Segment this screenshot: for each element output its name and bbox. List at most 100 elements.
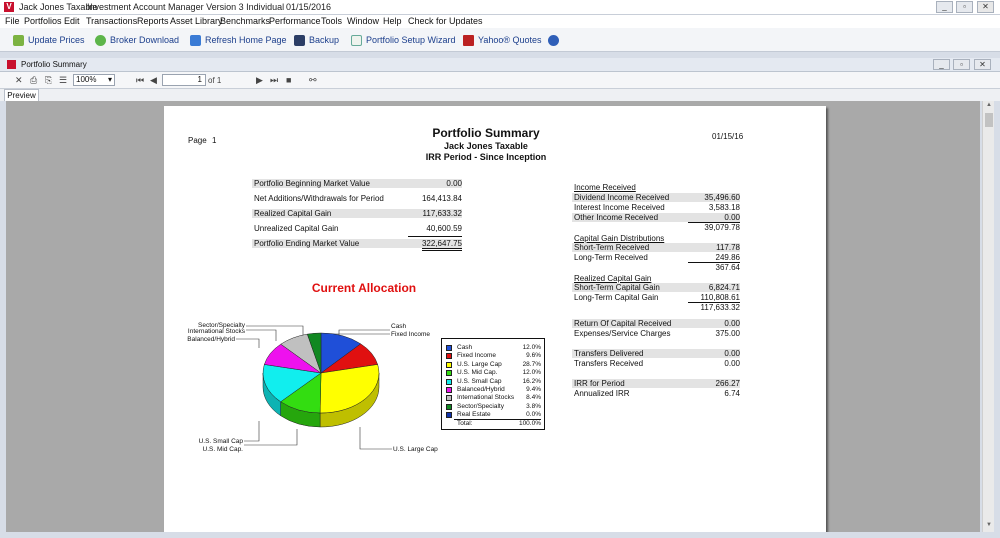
legend-label: U.S. Large Cap (457, 360, 502, 368)
window-title-product: Investment Account Manager Version 3 Ind… (87, 2, 285, 12)
report-window-title: Portfolio Summary (21, 60, 87, 69)
update-prices-button[interactable]: Update Prices (13, 33, 85, 47)
main-toolbar: Update Prices Broker Download Refresh Ho… (0, 28, 1000, 52)
tab-bar (0, 89, 1000, 101)
legend-swatch (446, 345, 452, 351)
backup-icon (294, 34, 305, 46)
callout-small: U.S. Small Cap (199, 438, 244, 445)
pie-slices (262, 332, 380, 428)
detail-row: Long-Term Received 249.86 (574, 253, 740, 263)
quotes-icon (463, 34, 474, 46)
yahoo-quotes-button[interactable]: Yahoo® Quotes (463, 33, 542, 47)
legend-label: Fixed Income (457, 352, 497, 360)
legend-percent: 0.0% (526, 411, 541, 419)
plus-icon (95, 34, 106, 46)
print-icon[interactable]: ⎙ (30, 75, 37, 86)
vertical-scrollbar[interactable]: ▲ ▼ (982, 101, 994, 532)
legend-swatch (446, 353, 452, 360)
legend-percent: 9.6% (526, 352, 541, 360)
detail-row: Other Income Received 0.00 (572, 213, 740, 223)
zoom-select[interactable]: 100% ▾ (73, 74, 115, 86)
allocation-pie-chart: Cash Fixed Income Sector/Specialty Inter… (187, 322, 438, 453)
legend-label: Real Estate (457, 411, 491, 419)
window-title-app: Jack Jones Taxable (19, 2, 98, 12)
page-number-input[interactable]: 1 (162, 74, 206, 86)
scroll-up-icon[interactable]: ▲ (984, 102, 994, 111)
detail-row: Transfers Delivered 0.00 (572, 349, 740, 358)
report-toolbar: ✕ ⎙ ⎘ ☰ 100% ▾ ⏮ ◀ 1 of 1 ▶ ⏭ ■ ⚯ (0, 72, 1000, 89)
menu-tools[interactable]: Tools (321, 16, 342, 26)
menu-asset-library[interactable]: Asset Library (170, 16, 223, 26)
close-button[interactable]: ✕ (977, 1, 994, 13)
maximize-button[interactable]: ▫ (956, 1, 973, 13)
report-page: Page 1 01/15/16 Portfolio Summary Jack J… (164, 106, 826, 532)
summary-row: Unrealized Capital Gain 40,600.59 (254, 224, 462, 233)
window-title-bar: V Jack Jones Taxable Investment Account … (0, 0, 1000, 15)
callout-intl: International Stocks (188, 328, 246, 335)
legend-percent: 12.0% (522, 344, 541, 351)
setup-wizard-button[interactable]: Portfolio Setup Wizard (351, 33, 456, 47)
status-strip (0, 532, 1000, 538)
prev-page-icon[interactable]: ◀ (150, 75, 157, 86)
backup-button[interactable]: Backup (294, 33, 339, 47)
broker-download-button[interactable]: Broker Download (95, 33, 179, 47)
summary-row: Portfolio Beginning Market Value 0.00 (252, 179, 462, 188)
legend-total: Total: 100.0% (457, 420, 541, 427)
minimize-button[interactable]: _ (936, 1, 953, 13)
page-of-label: of 1 (208, 76, 222, 85)
callout-fixed: Fixed Income (391, 331, 430, 338)
menu-file[interactable]: File (5, 16, 20, 26)
realized-header: Realized Capital Gain (574, 274, 652, 283)
stop-icon[interactable]: ■ (286, 75, 291, 86)
legend-label: U.S. Mid Cap. (457, 369, 498, 377)
find-binoculars-icon[interactable]: ⚯ (309, 75, 317, 86)
child-minimize-button[interactable]: _ (933, 59, 950, 70)
legend-percent: 16.2% (522, 377, 541, 385)
menu-bar: File Portfolios Edit Transactions Report… (0, 15, 1000, 28)
menu-help[interactable]: Help (383, 16, 402, 26)
menu-benchmarks[interactable]: Benchmarks (220, 16, 270, 26)
legend-percent: 12.0% (522, 369, 541, 377)
first-page-icon[interactable]: ⏮ (136, 75, 144, 86)
child-close-button[interactable]: ✕ (974, 59, 991, 70)
detail-total: 39,079.78 (704, 223, 740, 232)
next-page-icon[interactable]: ▶ (256, 75, 263, 86)
print-setup-icon[interactable]: ⎘ (45, 75, 52, 86)
app-logo-icon: V (4, 2, 14, 12)
detail-row: IRR for Period 266.27 (572, 379, 740, 388)
menu-portfolios[interactable]: Portfolios (24, 16, 62, 26)
income-header: Income Received (574, 183, 636, 192)
tree-icon[interactable]: ☰ (59, 75, 67, 86)
tab-preview[interactable]: Preview (4, 89, 39, 101)
summary-row: Realized Capital Gain 117,633.32 (252, 209, 462, 218)
report-window-icon (7, 60, 16, 69)
help-icon (548, 34, 559, 46)
callout-cash: Cash (391, 323, 407, 330)
legend-label: International Stocks (457, 394, 515, 402)
child-restore-button[interactable]: ▫ (953, 59, 970, 70)
scroll-down-icon[interactable]: ▼ (984, 522, 994, 531)
report-viewport[interactable]: Page 1 01/15/16 Portfolio Summary Jack J… (6, 101, 980, 532)
menu-transactions[interactable]: Transactions (86, 16, 137, 26)
close-report-icon[interactable]: ✕ (15, 75, 23, 86)
detail-total: 367.64 (715, 263, 740, 272)
report-window-title-bar: Portfolio Summary _ ▫ ✕ (0, 58, 1000, 72)
detail-row: Interest Income Received 3,583.18 (574, 203, 740, 212)
report-title: Portfolio Summary (432, 126, 540, 140)
legend-label: Sector/Specialty (457, 402, 504, 410)
scroll-thumb[interactable] (985, 113, 993, 127)
legend-swatch (446, 370, 452, 377)
legend-swatch (446, 387, 452, 393)
help-button[interactable] (548, 33, 559, 47)
legend-label: U.S. Small Cap (457, 377, 502, 385)
menu-check-updates[interactable]: Check for Updates (408, 16, 483, 26)
menu-performance[interactable]: Performance (269, 16, 321, 26)
menu-reports[interactable]: Reports (137, 16, 169, 26)
capgain-dist-header: Capital Gain Distributions (574, 234, 665, 243)
allocation-title: Current Allocation (311, 281, 417, 295)
menu-edit[interactable]: Edit (64, 16, 80, 26)
last-page-icon[interactable]: ⏭ (270, 75, 278, 86)
legend-swatch (446, 361, 452, 368)
menu-window[interactable]: Window (347, 16, 379, 26)
refresh-home-button[interactable]: Refresh Home Page (190, 33, 287, 47)
